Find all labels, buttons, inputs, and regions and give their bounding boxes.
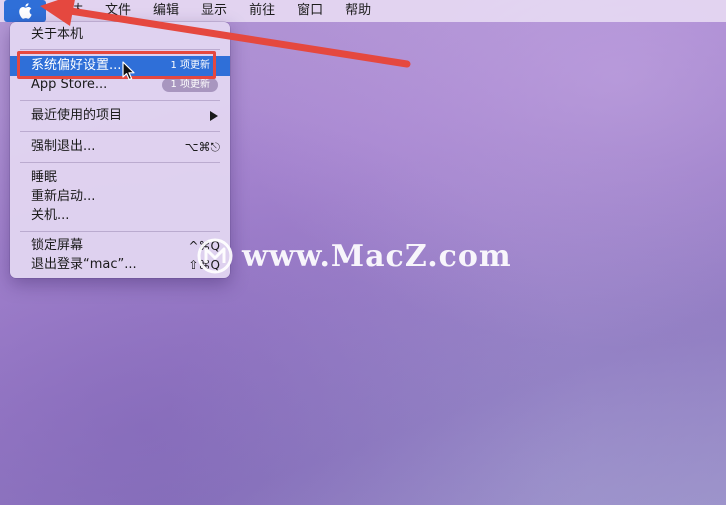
menu-item-label: 锁定屏幕 bbox=[31, 238, 84, 253]
update-badge: 1 项更新 bbox=[162, 78, 218, 92]
menubar-item-file[interactable]: 文件 bbox=[94, 0, 142, 22]
menu-separator bbox=[20, 131, 220, 132]
menu-item-label: 强制退出... bbox=[31, 139, 96, 154]
menu-item-label: 最近使用的项目 bbox=[31, 108, 123, 123]
watermark-text: www.MacZ.com bbox=[242, 238, 512, 274]
menu-separator bbox=[20, 100, 220, 101]
macz-logo-icon bbox=[197, 238, 233, 274]
keyboard-shortcut: ⌥⌘⎋ bbox=[184, 140, 220, 154]
menu-item-label: 关机... bbox=[31, 208, 70, 223]
menu-bar: 访达 文件 编辑 显示 前往 窗口 帮助 bbox=[0, 0, 726, 22]
menu-item-force-quit[interactable]: 强制退出... ⌥⌘⎋ bbox=[10, 137, 230, 157]
menubar-item-finder[interactable]: 访达 bbox=[46, 0, 94, 22]
menubar-item-help[interactable]: 帮助 bbox=[334, 0, 382, 22]
menu-item-label: 重新启动... bbox=[31, 189, 96, 204]
apple-menu-button[interactable] bbox=[4, 0, 46, 22]
menu-item-label: 退出登录“mac”... bbox=[31, 257, 137, 272]
menu-item-shutdown[interactable]: 关机... bbox=[10, 206, 230, 226]
menu-item-about-this-mac[interactable]: 关于本机 bbox=[10, 25, 230, 45]
submenu-arrow-icon bbox=[210, 111, 218, 121]
watermark: www.MacZ.com bbox=[196, 236, 512, 276]
menu-separator bbox=[20, 49, 220, 50]
menubar-item-edit[interactable]: 编辑 bbox=[142, 0, 190, 22]
menubar-item-go[interactable]: 前往 bbox=[238, 0, 286, 22]
menu-separator bbox=[20, 162, 220, 163]
menu-item-label: 关于本机 bbox=[31, 27, 84, 42]
menu-item-sleep[interactable]: 睡眠 bbox=[10, 168, 230, 188]
annotation-highlight-box bbox=[17, 51, 216, 79]
menu-item-recent-items[interactable]: 最近使用的项目 bbox=[10, 106, 230, 126]
menubar-item-window[interactable]: 窗口 bbox=[286, 0, 334, 22]
menu-item-restart[interactable]: 重新启动... bbox=[10, 187, 230, 207]
apple-logo-icon bbox=[19, 3, 32, 19]
menu-separator bbox=[20, 231, 220, 232]
mouse-cursor-icon bbox=[122, 61, 135, 81]
menu-item-label: 睡眠 bbox=[31, 170, 58, 185]
menubar-item-view[interactable]: 显示 bbox=[190, 0, 238, 22]
